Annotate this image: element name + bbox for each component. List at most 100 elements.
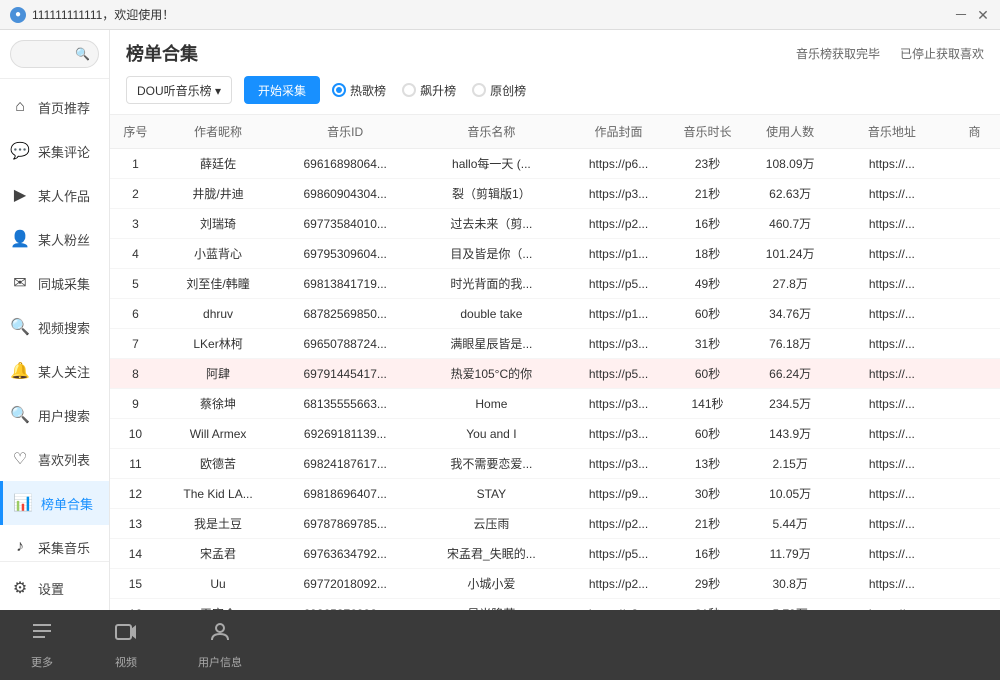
- close-button[interactable]: ✕: [976, 8, 990, 22]
- cell-cover: https://p2...: [568, 509, 670, 539]
- table-row: 12 The Kid LA... 69818696407... STAY htt…: [110, 479, 1000, 509]
- minimize-button[interactable]: －: [954, 8, 968, 22]
- cell-url: https://...: [835, 479, 949, 509]
- cell-url: https://...: [835, 449, 949, 479]
- cell-name: 裂（剪辑版1）: [415, 179, 568, 209]
- user-search-icon: 🔍: [10, 405, 30, 425]
- cell-users: 5.79万: [746, 599, 835, 611]
- cell-seq: 10: [110, 419, 161, 449]
- cell-author: 王宗介: [161, 599, 275, 611]
- sidebar-item-chart-list-label: 榜单合集: [41, 494, 93, 513]
- radio-rise-circle: [402, 83, 416, 97]
- cell-url: https://...: [835, 569, 949, 599]
- sidebar-item-video-search[interactable]: 🔍视频搜索: [0, 305, 109, 349]
- cell-cover: https://p5...: [568, 539, 670, 569]
- cell-extra: [949, 179, 1000, 209]
- radio-original[interactable]: 原创榜: [472, 82, 526, 99]
- sidebar-item-collect-comment[interactable]: 💬采集评论: [0, 129, 109, 173]
- sidebar-item-someone-work-label: 某人作品: [38, 186, 90, 205]
- search-box[interactable]: 🔍: [10, 40, 99, 68]
- bottom-toolbar: 更多 视频 用户信息: [0, 610, 1000, 680]
- table-row: 7 LKer林柯 69650788724... 满眼星辰皆是... https:…: [110, 329, 1000, 359]
- th-author: 作者昵称: [161, 115, 275, 149]
- sidebar-item-chart-list[interactable]: 📊榜单合集: [0, 481, 109, 525]
- table-row: 1 薛廷佐 69616898064... hallo每一天 (... https…: [110, 149, 1000, 179]
- th-url: 音乐地址: [835, 115, 949, 149]
- music-table-container[interactable]: 序号 作者昵称 音乐ID 音乐名称 作品封面 音乐时长 使用人数 音乐地址 商 …: [110, 115, 1000, 610]
- video-search-icon: 🔍: [10, 317, 30, 337]
- chart-type-radio-group: 热歌榜 飙升榜 原创榜: [332, 82, 526, 99]
- cell-duration: 31秒: [669, 599, 745, 611]
- cell-cover: https://p3...: [568, 599, 670, 611]
- someone-work-icon: ▶: [10, 185, 30, 205]
- sidebar-search-area: 🔍: [0, 30, 109, 79]
- cell-name: 时光背面的我...: [415, 269, 568, 299]
- cell-cover: https://p3...: [568, 449, 670, 479]
- cell-extra: [949, 539, 1000, 569]
- cell-id: 69813841719...: [275, 269, 415, 299]
- cell-url: https://...: [835, 539, 949, 569]
- cell-url: https://...: [835, 179, 949, 209]
- toolbar-user-info[interactable]: 用户信息: [198, 620, 242, 670]
- table-row: 15 Uu 69772018092... 小城小爱 https://p2... …: [110, 569, 1000, 599]
- cell-cover: https://p5...: [568, 269, 670, 299]
- more-icon: [30, 620, 54, 650]
- cell-name: 星光降落: [415, 599, 568, 611]
- cell-seq: 8: [110, 359, 161, 389]
- cell-author: The Kid LA...: [161, 479, 275, 509]
- cell-users: 234.5万: [746, 389, 835, 419]
- cell-duration: 60秒: [669, 419, 745, 449]
- table-row: 14 宋孟君 69763634792... 宋孟君_失眠的... https:/…: [110, 539, 1000, 569]
- toolbar-user-info-label: 用户信息: [198, 654, 242, 670]
- cell-users: 66.24万: [746, 359, 835, 389]
- sidebar-item-like-list[interactable]: ♡喜欢列表: [0, 437, 109, 481]
- table-row: 4 小蓝背心 69795309604... 目及皆是你（... https://…: [110, 239, 1000, 269]
- cell-url: https://...: [835, 419, 949, 449]
- cell-url: https://...: [835, 389, 949, 419]
- cell-name: 过去未来（剪...: [415, 209, 568, 239]
- chart-dropdown[interactable]: DOU听音乐榜 ▾: [126, 76, 232, 104]
- cell-seq: 15: [110, 569, 161, 599]
- toolbar-more[interactable]: 更多: [30, 620, 54, 670]
- sidebar-item-collect-comment-label: 采集评论: [38, 142, 90, 161]
- cell-author: 刘至佳/韩瞳: [161, 269, 275, 299]
- like-list-icon: ♡: [10, 449, 30, 469]
- sidebar-item-local-collect[interactable]: ✉同城采集: [0, 261, 109, 305]
- main-layout: 🔍 ⌂首页推荐💬采集评论 ▶ 某人作品 👤某人粉丝✉同城采集🔍视频搜索🔔某人关注🔍用户…: [0, 30, 1000, 610]
- cell-users: 30.8万: [746, 569, 835, 599]
- cell-name: 我不需要恋爱...: [415, 449, 568, 479]
- radio-rise[interactable]: 飙升榜: [402, 82, 456, 99]
- cell-id: 69616898064...: [275, 149, 415, 179]
- sidebar-item-someone-work[interactable]: ▶ 某人作品: [0, 173, 109, 217]
- cell-url: https://...: [835, 149, 949, 179]
- cell-author: 阿肆: [161, 359, 275, 389]
- table-row: 6 dhruv 68782569850... double take https…: [110, 299, 1000, 329]
- cell-extra: [949, 479, 1000, 509]
- cell-extra: [949, 209, 1000, 239]
- sidebar-item-settings[interactable]: ⚙ 设置: [0, 566, 109, 610]
- sidebar-item-collect-music[interactable]: ♪采集音乐: [0, 525, 109, 557]
- sidebar-item-someone-follow-label: 某人关注: [38, 362, 90, 381]
- cell-duration: 21秒: [669, 179, 745, 209]
- radio-hot-circle: [332, 83, 346, 97]
- music-table: 序号 作者昵称 音乐ID 音乐名称 作品封面 音乐时长 使用人数 音乐地址 商 …: [110, 115, 1000, 610]
- toolbar-more-label: 更多: [31, 654, 53, 670]
- radio-hot[interactable]: 热歌榜: [332, 82, 386, 99]
- sidebar-item-collect-music-label: 采集音乐: [38, 538, 90, 557]
- sidebar-item-user-search[interactable]: 🔍用户搜索: [0, 393, 109, 437]
- cell-name: double take: [415, 299, 568, 329]
- cell-name: 满眼星辰皆是...: [415, 329, 568, 359]
- sidebar-item-someone-fans[interactable]: 👤某人粉丝: [0, 217, 109, 261]
- cell-url: https://...: [835, 509, 949, 539]
- cell-cover: https://p1...: [568, 239, 670, 269]
- table-row: 2 井胧/井迪 69860904304... 裂（剪辑版1） https://p…: [110, 179, 1000, 209]
- sidebar-item-home[interactable]: ⌂首页推荐: [0, 85, 109, 129]
- start-collect-button[interactable]: 开始采集: [244, 76, 320, 104]
- sidebar-item-someone-follow[interactable]: 🔔某人关注: [0, 349, 109, 393]
- cell-url: https://...: [835, 239, 949, 269]
- cell-id: 69865376992...: [275, 599, 415, 611]
- toolbar-video[interactable]: 视频: [114, 620, 138, 670]
- cell-cover: https://p3...: [568, 329, 670, 359]
- th-seq: 序号: [110, 115, 161, 149]
- cell-extra: [949, 449, 1000, 479]
